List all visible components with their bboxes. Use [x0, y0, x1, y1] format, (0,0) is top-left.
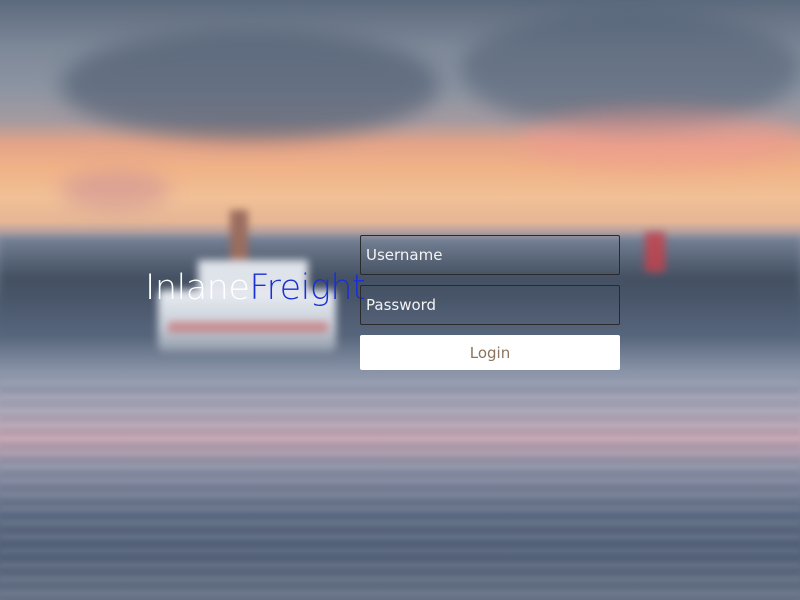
- background-cloud: [520, 110, 800, 170]
- login-button[interactable]: Login: [360, 335, 620, 370]
- background-cloud: [60, 30, 440, 140]
- background-water: [0, 380, 800, 600]
- username-input[interactable]: [360, 235, 620, 275]
- password-input[interactable]: [360, 285, 620, 325]
- background-tower: [645, 232, 665, 272]
- background-cloud: [60, 170, 170, 210]
- brand-logo-part1: Inlane: [145, 268, 250, 308]
- brand-logo-part2: Freight: [249, 268, 366, 308]
- brand-logo: InlaneFreight: [145, 266, 366, 310]
